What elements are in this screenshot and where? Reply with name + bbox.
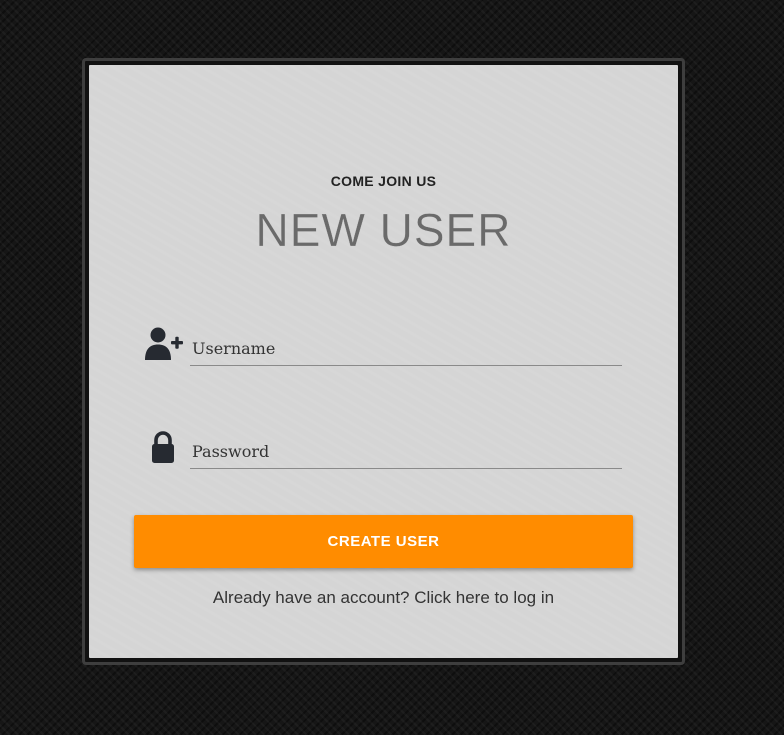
username-input[interactable] bbox=[190, 326, 622, 366]
password-input[interactable] bbox=[190, 429, 622, 469]
page-title: NEW USER bbox=[255, 204, 512, 256]
create-user-button[interactable]: CREATE USER bbox=[134, 515, 633, 568]
lock-icon bbox=[145, 429, 185, 465]
login-link[interactable]: Already have an account? Click here to l… bbox=[89, 588, 678, 608]
signup-card-frame: COME JOIN US NEW USER CRE bbox=[82, 58, 685, 665]
username-field bbox=[145, 326, 622, 366]
user-plus-icon bbox=[145, 326, 185, 362]
page-subtitle: COME JOIN US bbox=[330, 173, 437, 189]
signup-card: COME JOIN US NEW USER CRE bbox=[89, 65, 678, 658]
password-field bbox=[152, 429, 622, 469]
